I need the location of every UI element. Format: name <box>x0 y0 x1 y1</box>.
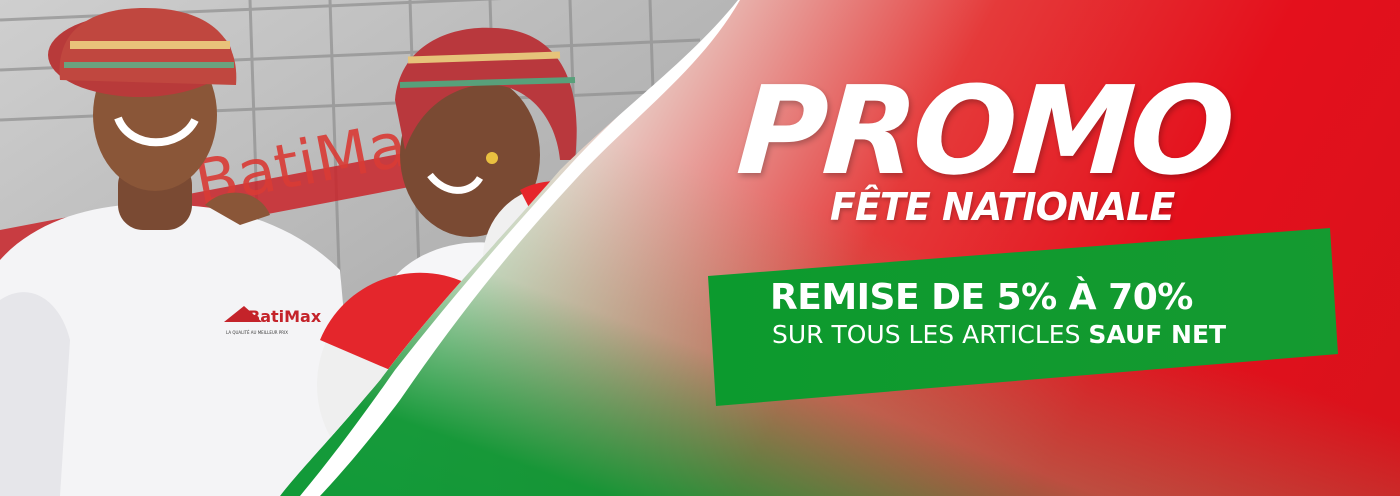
promo-photo: BatiMax BatiMax LA QUALITÉ AU MEILLEUR P… <box>0 0 740 496</box>
paper-lantern-middle <box>465 274 605 415</box>
conditions-text: SUR TOUS LES ARTICLES <box>772 320 1081 349</box>
promo-banner: BatiMax BatiMax LA QUALITÉ AU MEILLEUR P… <box>0 0 1400 496</box>
conditions-emphasis: SAUF NET <box>1088 320 1227 349</box>
shirt-brand-text: BatiMax <box>248 307 322 326</box>
promo-title: PROMO <box>733 60 1236 202</box>
discount-line: REMISE DE 5% À 70% <box>770 277 1193 318</box>
conditions-line: SUR TOUS LES ARTICLES SAUF NET <box>772 322 1226 347</box>
shirt-tagline-text: LA QUALITÉ AU MEILLEUR PRIX <box>226 330 288 335</box>
promo-subtitle: FÊTE NATIONALE <box>830 185 1175 229</box>
